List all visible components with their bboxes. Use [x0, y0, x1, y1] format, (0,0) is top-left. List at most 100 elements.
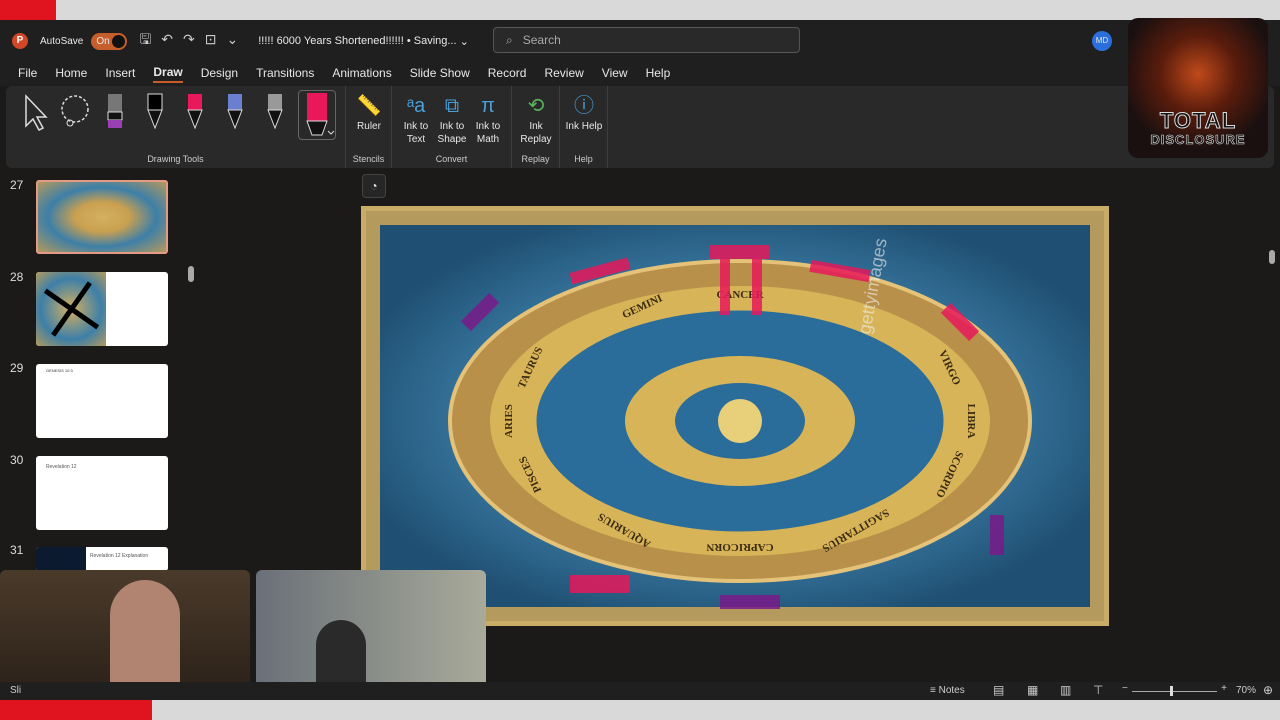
quick-access-icons[interactable]: 🖫↶↷⊡⌄ [139, 29, 248, 53]
ruler-label: Ruler [357, 121, 381, 132]
slide-number: 30 [10, 453, 24, 467]
slide-number: 28 [10, 270, 24, 284]
webcam-host [0, 570, 250, 700]
logo-line2: DISCLOSURE [1150, 132, 1246, 148]
ink-to-shape-button[interactable]: ⧉ Ink to Shape [432, 92, 472, 146]
zoom-slider[interactable]: − + [1122, 683, 1227, 698]
avatar[interactable]: MD [1092, 31, 1112, 51]
tab-animations[interactable]: Animations [332, 66, 391, 82]
replay-label: Replay [521, 154, 550, 164]
convert-group: ᵃa Ink to Text ⧉ Ink to Shape π Ink to Math… [392, 86, 512, 168]
search-placeholder: Search [522, 33, 561, 47]
slide-thumbnail-30[interactable]: Revelation 12 [36, 456, 168, 530]
highlighter-pink-icon [306, 93, 335, 136]
tab-home[interactable]: Home [55, 66, 87, 82]
zoom-level[interactable]: 70% [1236, 685, 1256, 696]
drawing-tools-label: Drawing Tools [147, 154, 204, 164]
tab-help[interactable]: Help [646, 66, 671, 82]
zodiac-wheel: GEMINI CANCERVIRGOLIBRASCORPIOSAGITTARIUS… [448, 237, 1032, 609]
thumb-title: Revelation 12 Explanation [90, 553, 149, 559]
tab-insert[interactable]: Insert [105, 66, 135, 82]
slide-thumbnail-27[interactable] [36, 180, 168, 254]
title-bar: P AutoSave On 🖫↶↷⊡⌄ !!!!! 6000 Years Sho… [0, 20, 1280, 62]
total-disclosure-logo: TOTAL DISCLOSURE [1128, 18, 1268, 158]
tab-draw[interactable]: Draw [153, 65, 183, 83]
help-question-icon: ⓘ [574, 95, 594, 117]
thumb-title: GENESIS 10:3 [46, 368, 73, 373]
tab-design[interactable]: Design [201, 66, 238, 82]
help-group: ⓘ Ink Help Help [560, 86, 608, 168]
current-slide[interactable]: GEMINI CANCER VIRGO LIBRA SCORPIO SAGITTARIUS… [361, 206, 1109, 626]
tab-view[interactable]: View [602, 66, 628, 82]
pen-galaxy-icon[interactable] [218, 92, 252, 132]
ink-to-text-icon: ᵃa [406, 95, 426, 117]
tab-transitions[interactable]: Transitions [256, 66, 314, 82]
replay-group: ⟲ Ink Replay Replay [512, 86, 560, 168]
document-title[interactable]: !!!!! 6000 Years Shortened!!!!!! • Savin… [258, 35, 456, 47]
zodiac-sign-label: CAPRICORN [706, 541, 773, 553]
ink-replay-label: Ink Replay [520, 121, 552, 145]
convert-label: Convert [435, 154, 468, 164]
pen-pink-icon[interactable] [178, 92, 212, 132]
drawing-tools-group: Drawing Tools [6, 86, 346, 168]
eraser-icon[interactable] [98, 92, 132, 132]
select-arrow-icon[interactable] [18, 92, 52, 132]
fit-to-window-icon[interactable]: ⊕ [1263, 683, 1273, 697]
search-input[interactable]: ⌕ Search [493, 27, 800, 53]
chevron-down-icon[interactable]: ⌄ [457, 35, 469, 48]
ink-replay-icon: ⟲ [527, 95, 545, 117]
tab-slide-show[interactable]: Slide Show [410, 66, 470, 82]
logo-line1: TOTAL [1159, 108, 1237, 134]
autosave-state: On [96, 35, 110, 47]
ink-help-label: Ink Help [565, 121, 603, 132]
ink-to-math-icon: π [481, 95, 495, 117]
thumb-title: Revelation 12 [46, 464, 77, 470]
slide-thumbnail-29[interactable]: GENESIS 10:3 [36, 364, 168, 438]
zodiac-image-crossed [36, 272, 106, 346]
slide-sorter-icon[interactable]: ▦ [1027, 683, 1038, 697]
pen-black-icon[interactable] [138, 92, 172, 132]
slide-thumbnail-28[interactable] [36, 272, 168, 346]
ribbon-tabs: File Home Insert Draw Design Transitions… [0, 62, 1280, 86]
ink-to-shape-label: Ink to Shape [437, 121, 467, 145]
search-icon: ⌕ [506, 32, 513, 47]
zodiac-sign-label: LIBRA [965, 404, 977, 439]
stencils-group: 📏 Ruler Stencils [346, 86, 392, 168]
powerpoint-logo-icon: P [12, 33, 28, 49]
ink-help-button[interactable]: ⓘ Ink Help [564, 92, 604, 133]
slideshow-icon[interactable]: ⊤ [1093, 683, 1103, 697]
slide-scrollbar[interactable] [1266, 170, 1278, 682]
ink-to-math-label: Ink to Math [475, 121, 501, 145]
pencil-icon[interactable] [258, 92, 292, 132]
normal-view-icon[interactable]: ▤ [993, 683, 1004, 697]
ink-to-text-label: Ink to Text [403, 121, 429, 145]
red-bar [0, 0, 56, 20]
webcam-guest [256, 570, 486, 700]
notes-button[interactable]: ≡ Notes [930, 685, 965, 696]
zodiac-sign-label: ARIES [503, 404, 515, 438]
progress-bar [0, 700, 152, 720]
slide-counter: Sli [10, 685, 22, 696]
reading-view-icon[interactable]: ▥ [1060, 683, 1071, 697]
slide-thumbnail-31[interactable]: Revelation 12 Explanation [36, 547, 168, 571]
help-label: Help [574, 154, 593, 164]
ink-replay-button[interactable]: ⟲ Ink Replay [516, 92, 556, 146]
autosave-toggle[interactable]: On [91, 32, 128, 50]
ruler-icon: 📏 [356, 95, 382, 117]
zodiac-image: GEMINI CANCER VIRGO LIBRA SCORPIO SAGITTARIUS… [380, 225, 1090, 609]
stencils-label: Stencils [352, 154, 385, 164]
autosave-label: AutoSave [40, 35, 84, 47]
notes-label: Notes [938, 685, 965, 696]
tab-file[interactable]: File [18, 66, 37, 82]
browser-top-strip [0, 0, 1280, 20]
ink-to-math-button[interactable]: π Ink to Math [468, 92, 508, 146]
lasso-select-icon[interactable] [58, 92, 92, 132]
tab-record[interactable]: Record [488, 66, 527, 82]
ink-to-text-button[interactable]: ᵃa Ink to Text [396, 92, 436, 146]
ruler-button[interactable]: 📏 Ruler [349, 92, 389, 133]
highlighter-button[interactable] [298, 90, 336, 140]
designer-icon[interactable]: ◔ [362, 174, 386, 198]
slide-number: 31 [10, 543, 24, 557]
tab-review[interactable]: Review [544, 66, 583, 82]
browser-bottom-strip [0, 700, 1280, 720]
